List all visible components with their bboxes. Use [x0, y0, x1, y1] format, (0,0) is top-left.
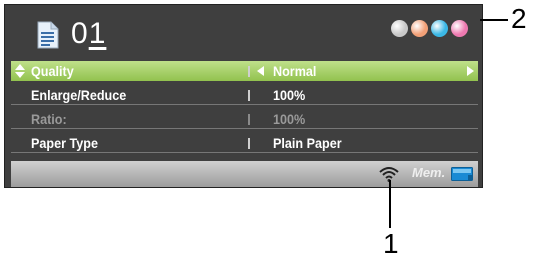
setting-label: Ratio: [31, 111, 67, 127]
setting-row-ratio: Ratio: 100% [11, 109, 478, 129]
setting-row-enlarge-reduce[interactable]: Enlarge/Reduce 100% [11, 85, 478, 105]
ink-dot-cyan-icon [431, 20, 448, 37]
lcd-header: 01 [5, 5, 482, 63]
copy-count-cursor: 1 [88, 17, 107, 50]
setting-row-quality[interactable]: Quality Normal [11, 61, 478, 81]
left-arrow-icon[interactable] [257, 66, 265, 76]
ink-dot-black-icon [391, 20, 408, 37]
setting-value: Normal [273, 63, 317, 79]
setting-value: 100% [273, 87, 306, 103]
lcd-screen: 01 Quality Normal Enlarge/Reduce 100% Ra… [4, 4, 483, 188]
copy-count: 01 [71, 17, 106, 51]
setting-label: Enlarge/Reduce [31, 87, 127, 103]
memory-label: Mem. [412, 165, 446, 180]
setting-value: Plain Paper [273, 135, 342, 151]
separator [248, 66, 250, 77]
document-icon [37, 21, 59, 49]
setting-row-paper-type[interactable]: Paper Type Plain Paper [11, 133, 478, 153]
up-down-arrow-icon [15, 64, 25, 78]
callout-line-two [480, 19, 508, 21]
separator [248, 90, 250, 101]
callout-line-one [389, 180, 391, 228]
setting-label: Quality [31, 63, 74, 79]
separator [248, 138, 250, 149]
right-arrow-icon[interactable] [466, 66, 474, 76]
ink-dot-yellow-icon [411, 20, 428, 37]
callout-number-two: 2 [511, 3, 527, 34]
copy-count-digit: 0 [71, 17, 89, 50]
setting-label: Paper Type [31, 135, 98, 151]
callout-number-one: 1 [383, 228, 399, 259]
separator [248, 114, 250, 125]
ink-dot-magenta-icon [451, 20, 468, 37]
memory-card-icon [451, 167, 473, 181]
setting-value: 100% [273, 111, 306, 127]
status-bar: Mem. [11, 161, 478, 187]
